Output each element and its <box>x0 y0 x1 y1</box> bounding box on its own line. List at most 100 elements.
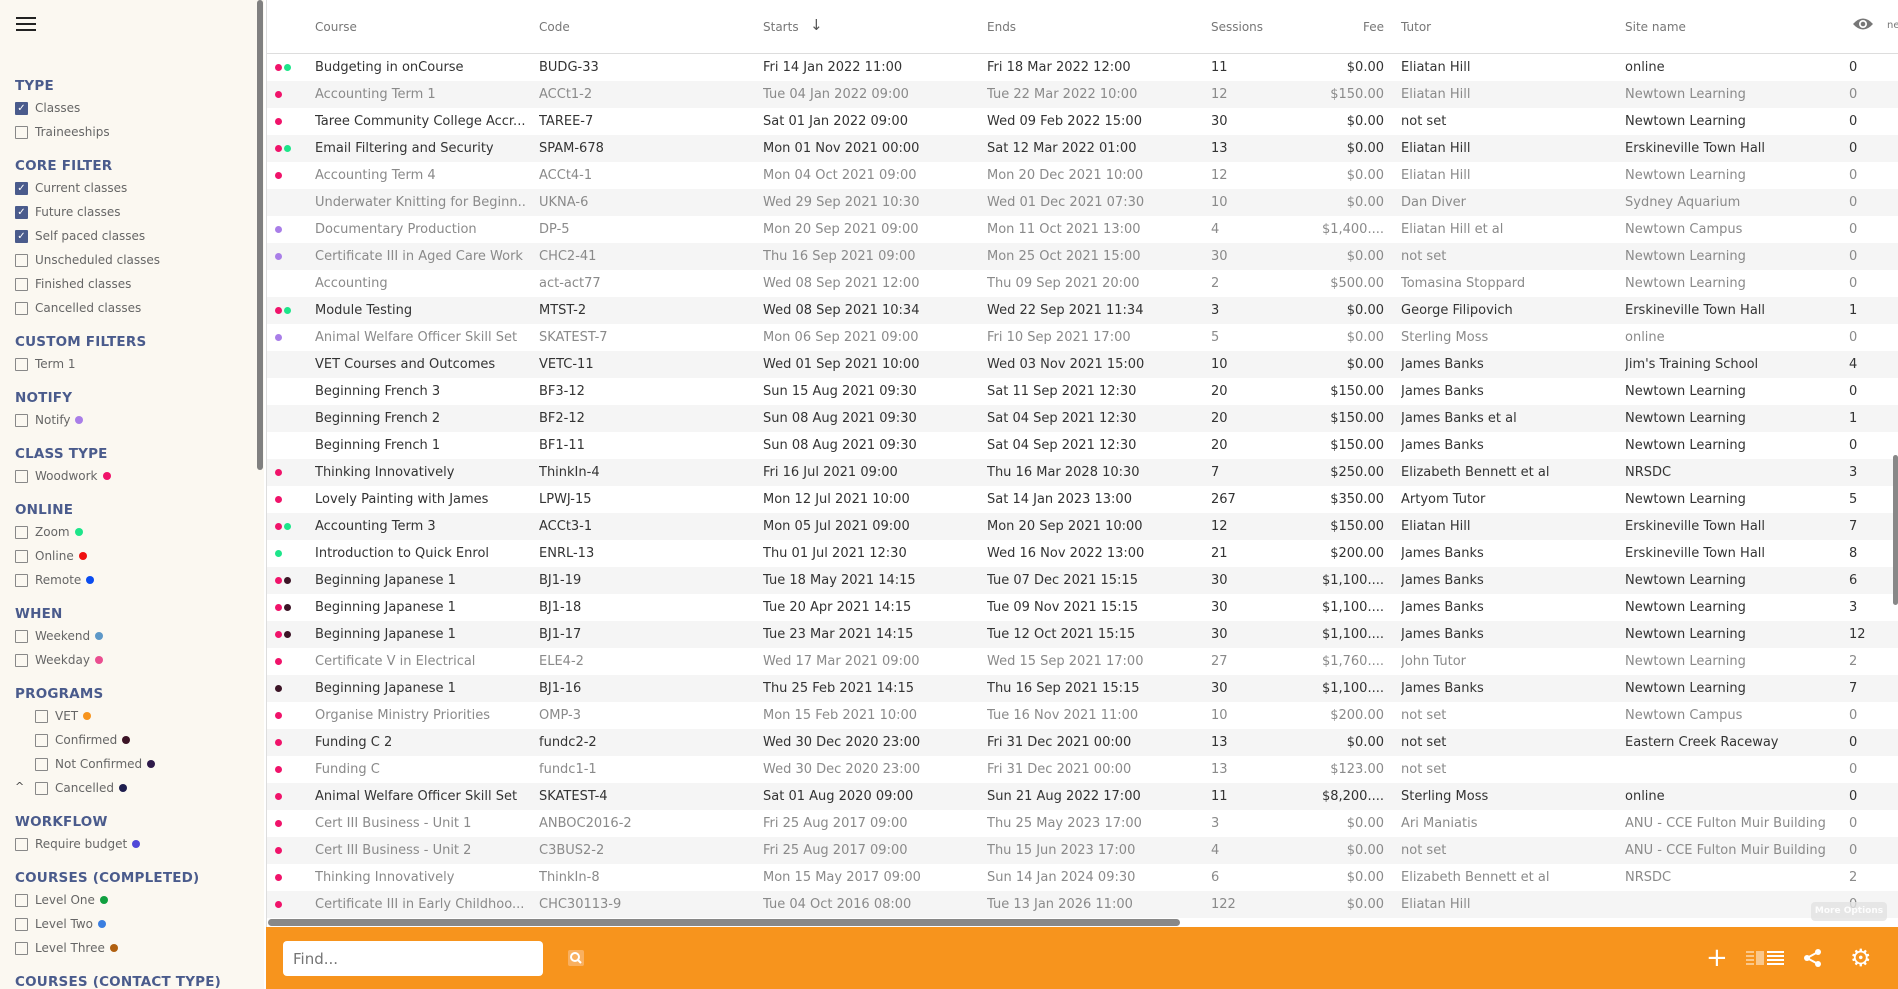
eye-icon[interactable] <box>1852 16 1874 32</box>
table-row[interactable]: Beginning Japanese 1 BJ1-19 Tue 18 May 202… <box>267 567 1898 594</box>
column-header-code[interactable]: Code <box>539 20 570 34</box>
filter-checkbox[interactable] <box>15 277 28 291</box>
filter-item[interactable]: Require budget <box>15 832 250 856</box>
filter-checkbox[interactable] <box>35 709 48 723</box>
filter-item[interactable]: Traineeships <box>15 120 250 144</box>
filter-item[interactable]: ✓ Current classes <box>15 176 250 200</box>
table-row[interactable]: Cert III Business - Unit 2 C3BUS2-2 Fri 25… <box>267 837 1898 864</box>
column-header-starts[interactable]: Starts <box>763 20 799 34</box>
filter-item[interactable]: Notify <box>15 408 250 432</box>
table-row[interactable]: Certificate III in Early Childhoo... CHC3… <box>267 891 1898 918</box>
table-row[interactable]: Budgeting in onCourse BUDG-33 Fri 14 Jan 2… <box>267 54 1898 81</box>
table-row[interactable]: Email Filtering and Security SPAM-678 Mon … <box>267 135 1898 162</box>
filter-checkbox[interactable] <box>15 525 28 539</box>
table-row[interactable]: Taree Community College Accr... TAREE-7 Sa… <box>267 108 1898 135</box>
table-row[interactable]: Accounting Term 3 ACCt3-1 Mon 05 Jul 2021 … <box>267 513 1898 540</box>
table-row[interactable]: Lovely Painting with James LPWJ-15 Mon 12 … <box>267 486 1898 513</box>
filter-item[interactable]: Weekday <box>15 648 250 672</box>
filter-checkbox[interactable] <box>15 653 28 667</box>
filter-item[interactable]: ✓ Future classes <box>15 200 250 224</box>
filter-checkbox[interactable] <box>15 549 28 563</box>
filter-checkbox[interactable] <box>15 253 28 267</box>
table-row[interactable]: VET Courses and Outcomes VETC-11 Wed 01 Se… <box>267 351 1898 378</box>
add-icon[interactable]: + <box>1706 945 1728 971</box>
table-row[interactable]: Certificate III in Aged Care Work CHC2-41… <box>267 243 1898 270</box>
column-header-site-name[interactable]: Site name <box>1625 20 1686 34</box>
sidebar-scrollbar[interactable] <box>257 0 263 470</box>
column-header-fee[interactable]: Fee <box>1363 20 1384 34</box>
filter-checkbox[interactable] <box>15 125 28 139</box>
filter-checkbox[interactable] <box>15 301 28 315</box>
filter-item[interactable]: Term 1 <box>15 352 250 376</box>
filter-item[interactable]: Woodwork <box>15 464 250 488</box>
column-header-course[interactable]: Course <box>315 20 357 34</box>
filter-item[interactable]: Remote <box>15 568 250 592</box>
filter-checkbox[interactable] <box>35 757 48 771</box>
table-row[interactable]: Accounting Term 4 ACCt4-1 Mon 04 Oct 2021 … <box>267 162 1898 189</box>
settings-gear-icon[interactable]: ⚙ <box>1850 945 1872 971</box>
filter-checkbox[interactable] <box>15 893 28 907</box>
filter-checkbox[interactable] <box>15 469 28 483</box>
filter-checkbox[interactable] <box>35 733 48 747</box>
view-toggle-icon[interactable] <box>1746 951 1784 966</box>
table-row[interactable]: Animal Welfare Officer Skill Set SKATEST-… <box>267 783 1898 810</box>
table-row[interactable]: Documentary Production DP-5 Mon 20 Sep 202… <box>267 216 1898 243</box>
filter-item[interactable]: Unscheduled classes <box>15 248 250 272</box>
menu-icon[interactable] <box>16 17 36 33</box>
filter-item[interactable]: Zoom <box>15 520 250 544</box>
vertical-scrollbar[interactable] <box>1893 455 1898 605</box>
table-row[interactable]: Beginning French 2 BF2-12 Sun 08 Aug 2021 … <box>267 405 1898 432</box>
filter-item[interactable]: Level One <box>15 888 250 912</box>
table-row[interactable]: Accounting act-act77 Wed 08 Sep 2021 12:00… <box>267 270 1898 297</box>
filter-item[interactable]: Level Three <box>15 936 250 960</box>
collapse-caret-icon[interactable]: ^ <box>15 780 24 793</box>
column-header-truncated[interactable]: ne <box>1887 20 1898 31</box>
filter-item[interactable]: ^ Cancelled <box>15 776 250 800</box>
table-row[interactable]: Certificate V in Electrical ELE4-2 Wed 17 … <box>267 648 1898 675</box>
column-header-tutor[interactable]: Tutor <box>1401 20 1431 34</box>
filter-item[interactable]: ✓ Self paced classes <box>15 224 250 248</box>
share-icon[interactable] <box>1803 948 1823 968</box>
more-options-button[interactable]: More Options <box>1811 902 1887 921</box>
filter-checkbox[interactable] <box>15 357 28 371</box>
filter-item[interactable]: Online <box>15 544 250 568</box>
filter-item[interactable]: Weekend <box>15 624 250 648</box>
table-row[interactable]: Beginning Japanese 1 BJ1-18 Tue 20 Apr 202… <box>267 594 1898 621</box>
column-header-ends[interactable]: Ends <box>987 20 1016 34</box>
column-header-sessions[interactable]: Sessions <box>1211 20 1263 34</box>
filter-checkbox[interactable] <box>15 629 28 643</box>
filter-item[interactable]: Finished classes <box>15 272 250 296</box>
filter-checkbox[interactable]: ✓ <box>15 181 28 195</box>
table-row[interactable]: Beginning French 1 BF1-11 Sun 08 Aug 2021 … <box>267 432 1898 459</box>
filter-item[interactable]: Cancelled classes <box>15 296 250 320</box>
filter-checkbox[interactable] <box>15 573 28 587</box>
filter-item[interactable]: Level Two <box>15 912 250 936</box>
filter-item[interactable]: Confirmed <box>15 728 250 752</box>
horizontal-scrollbar[interactable] <box>268 919 1180 926</box>
search-icon[interactable] <box>567 949 585 967</box>
table-row[interactable]: Accounting Term 1 ACCt1-2 Tue 04 Jan 2022 … <box>267 81 1898 108</box>
table-row[interactable]: Beginning French 3 BF3-12 Sun 15 Aug 2021 … <box>267 378 1898 405</box>
table-row[interactable]: Beginning Japanese 1 BJ1-17 Tue 23 Mar 202… <box>267 621 1898 648</box>
filter-checkbox[interactable] <box>35 781 48 795</box>
table-row[interactable]: Module Testing MTST-2 Wed 08 Sep 2021 10:3… <box>267 297 1898 324</box>
table-row[interactable]: Funding C fundc1-1 Wed 30 Dec 2020 23:00 Fr… <box>267 756 1898 783</box>
table-row[interactable]: Introduction to Quick Enrol ENRL-13 Thu 01… <box>267 540 1898 567</box>
find-input[interactable] <box>283 941 543 976</box>
table-row[interactable]: Underwater Knitting for Beginn... UKNA-6 W… <box>267 189 1898 216</box>
filter-item[interactable]: VET <box>15 704 250 728</box>
table-row[interactable]: Organise Ministry Priorities OMP-3 Mon 15 … <box>267 702 1898 729</box>
filter-checkbox[interactable] <box>15 413 28 427</box>
filter-checkbox[interactable]: ✓ <box>15 101 28 115</box>
table-row[interactable]: Beginning Japanese 1 BJ1-16 Thu 25 Feb 202… <box>267 675 1898 702</box>
filter-item[interactable]: ✓ Classes <box>15 96 250 120</box>
filter-checkbox[interactable] <box>15 941 28 955</box>
filter-checkbox[interactable] <box>15 917 28 931</box>
table-row[interactable]: Thinking Innovatively ThinkIn-8 Mon 15 May… <box>267 864 1898 891</box>
filter-checkbox[interactable] <box>15 837 28 851</box>
table-row[interactable]: Animal Welfare Officer Skill Set SKATEST-… <box>267 324 1898 351</box>
table-row[interactable]: Funding C 2 fundc2-2 Wed 30 Dec 2020 23:00… <box>267 729 1898 756</box>
filter-checkbox[interactable]: ✓ <box>15 229 28 243</box>
table-row[interactable]: Thinking Innovatively ThinkIn-4 Fri 16 Jul… <box>267 459 1898 486</box>
filter-item[interactable]: Not Confirmed <box>15 752 250 776</box>
